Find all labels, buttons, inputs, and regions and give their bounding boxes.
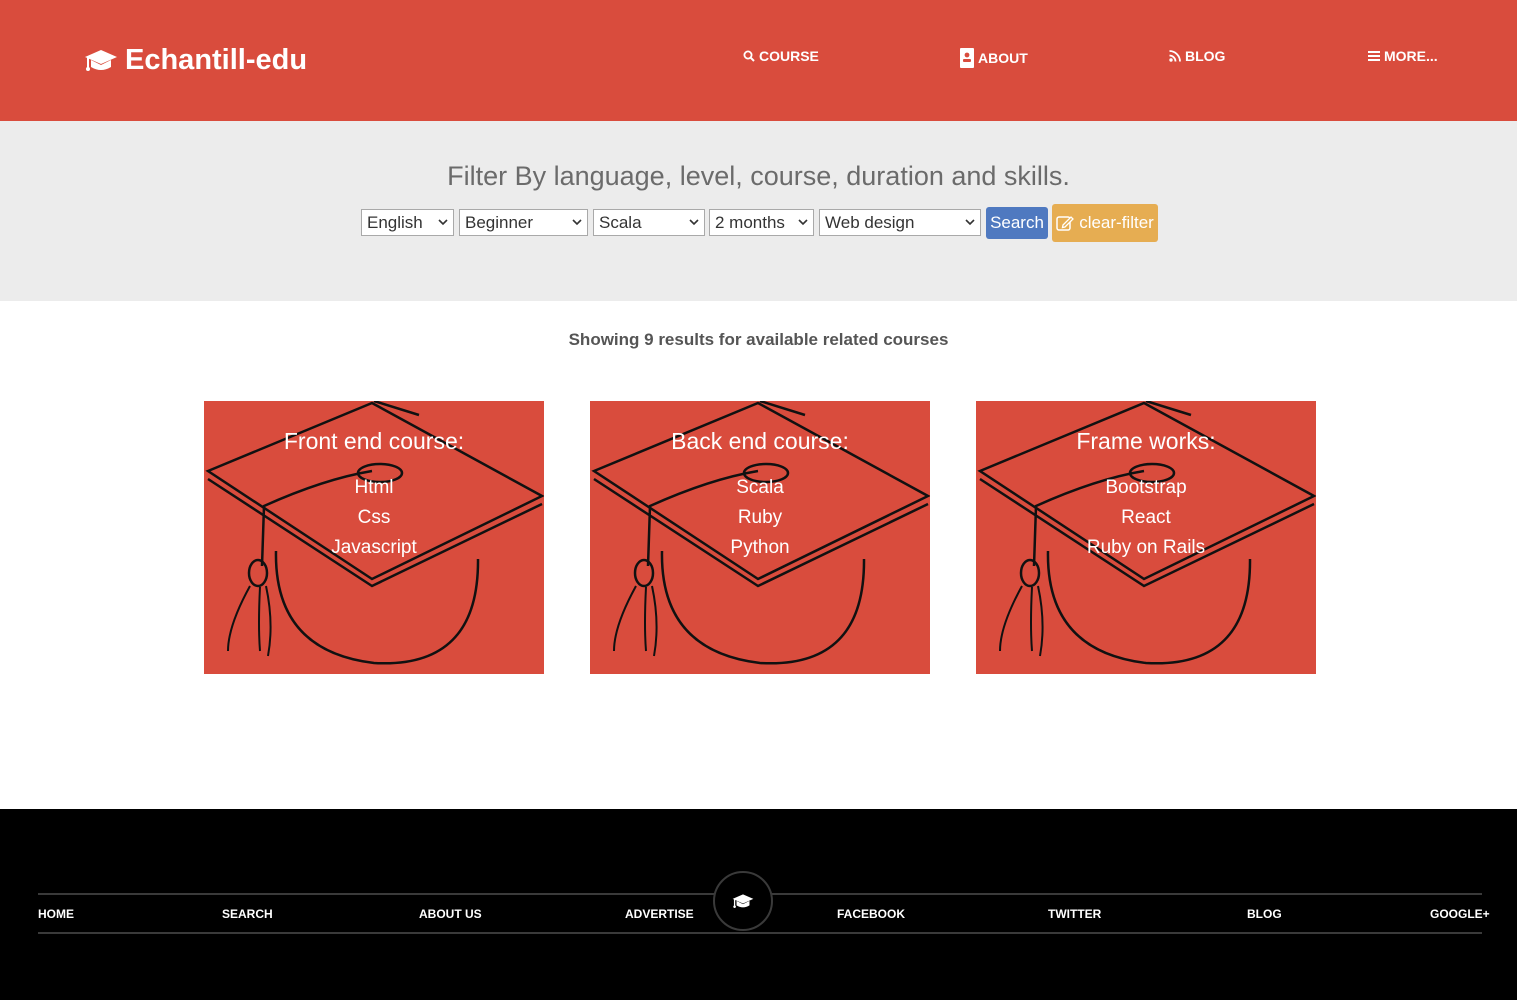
footer-link-about-us[interactable]: ABOUT US <box>419 907 482 921</box>
footer-link-home[interactable]: HOME <box>38 907 74 921</box>
list-item: Ruby <box>737 507 783 528</box>
list-item: Scala <box>736 477 784 498</box>
chevron-down-icon <box>689 219 699 226</box>
card-title: Back end course: <box>671 428 849 454</box>
list-item: Ruby on Rails <box>1086 537 1206 558</box>
nav-more-label: MORE... <box>1384 48 1438 64</box>
footer-link-google-plus[interactable]: GOOGLE+ <box>1430 907 1490 921</box>
skill-select[interactable]: Web design <box>819 209 981 236</box>
course-select[interactable]: Scala <box>593 209 705 236</box>
level-select[interactable]: Beginner <box>459 209 588 236</box>
list-item: React <box>1121 507 1171 528</box>
footer-link-blog[interactable]: BLOG <box>1247 907 1282 921</box>
clear-filter-button[interactable]: clear-filter <box>1052 204 1158 242</box>
list-item: Python <box>730 537 790 558</box>
card-title: Front end course: <box>283 428 465 454</box>
nav-course-label: COURSE <box>759 48 819 64</box>
footer-link-search[interactable]: SEARCH <box>222 907 273 921</box>
nav-course[interactable]: COURSE <box>743 48 819 64</box>
site-footer: HOME SEARCH ABOUT US ADVERTISE FACEBOOK … <box>0 809 1517 1000</box>
footer-link-facebook[interactable]: FACEBOOK <box>837 907 905 921</box>
filter-panel: Filter By language, level, course, durat… <box>0 121 1517 301</box>
filter-title: Filter By language, level, course, durat… <box>447 161 1070 191</box>
language-select[interactable]: English <box>361 209 454 236</box>
chevron-down-icon <box>798 219 808 226</box>
graduation-cap-icon <box>85 49 117 71</box>
edit-icon <box>1056 216 1075 231</box>
duration-select[interactable]: 2 months <box>709 209 814 236</box>
graduation-cap-icon <box>732 893 754 908</box>
nav-blog-label: BLOG <box>1185 48 1226 64</box>
chevron-down-icon <box>438 219 448 226</box>
list-item: Html <box>354 477 394 498</box>
footer-logo-badge[interactable] <box>713 871 773 931</box>
footer-link-advertise[interactable]: ADVERTISE <box>625 907 694 921</box>
course-card-front-end[interactable]: Front end course: Html Css Javascript <box>204 401 544 674</box>
card-course-list: Scala Ruby Python <box>590 473 930 563</box>
clear-filter-label: clear-filter <box>1079 213 1154 232</box>
brand-name: Echantill-edu <box>125 44 308 76</box>
footer-divider <box>38 932 1482 934</box>
contact-book-icon <box>960 48 974 68</box>
card-title: Frame works: <box>1076 428 1216 454</box>
nav-more[interactable]: MORE... <box>1368 48 1438 64</box>
nav-blog[interactable]: BLOG <box>1169 48 1225 64</box>
card-course-list: Bootstrap React Ruby on Rails <box>976 473 1316 563</box>
chevron-down-icon <box>572 219 582 226</box>
level-select-value: Beginner <box>465 213 534 232</box>
list-item: Javascript <box>331 537 417 558</box>
menu-icon <box>1368 51 1380 61</box>
course-card-frameworks[interactable]: Frame works: Bootstrap React Ruby on Rai… <box>976 401 1316 674</box>
language-select-value: English <box>367 213 423 232</box>
rss-icon <box>1169 50 1181 62</box>
search-icon <box>743 50 755 62</box>
footer-link-twitter[interactable]: TWITTER <box>1048 907 1101 921</box>
nav-about-label: ABOUT <box>978 50 1028 66</box>
course-select-value: Scala <box>599 213 642 232</box>
search-button[interactable]: Search <box>986 207 1048 239</box>
chevron-down-icon <box>965 219 975 226</box>
skill-select-value: Web design <box>825 213 915 232</box>
card-course-list: Html Css Javascript <box>204 473 544 563</box>
results-count: Showing 9 results for available related … <box>568 330 949 349</box>
brand-logo[interactable]: Echantill-edu <box>84 44 307 77</box>
site-header: Echantill-edu COURSE ABOUT BLOG MORE... <box>0 0 1517 121</box>
duration-select-value: 2 months <box>715 213 785 232</box>
course-card-back-end[interactable]: Back end course: Scala Ruby Python <box>590 401 930 674</box>
nav-about[interactable]: ABOUT <box>960 48 1028 68</box>
list-item: Bootstrap <box>1105 477 1187 498</box>
list-item: Css <box>357 507 391 528</box>
